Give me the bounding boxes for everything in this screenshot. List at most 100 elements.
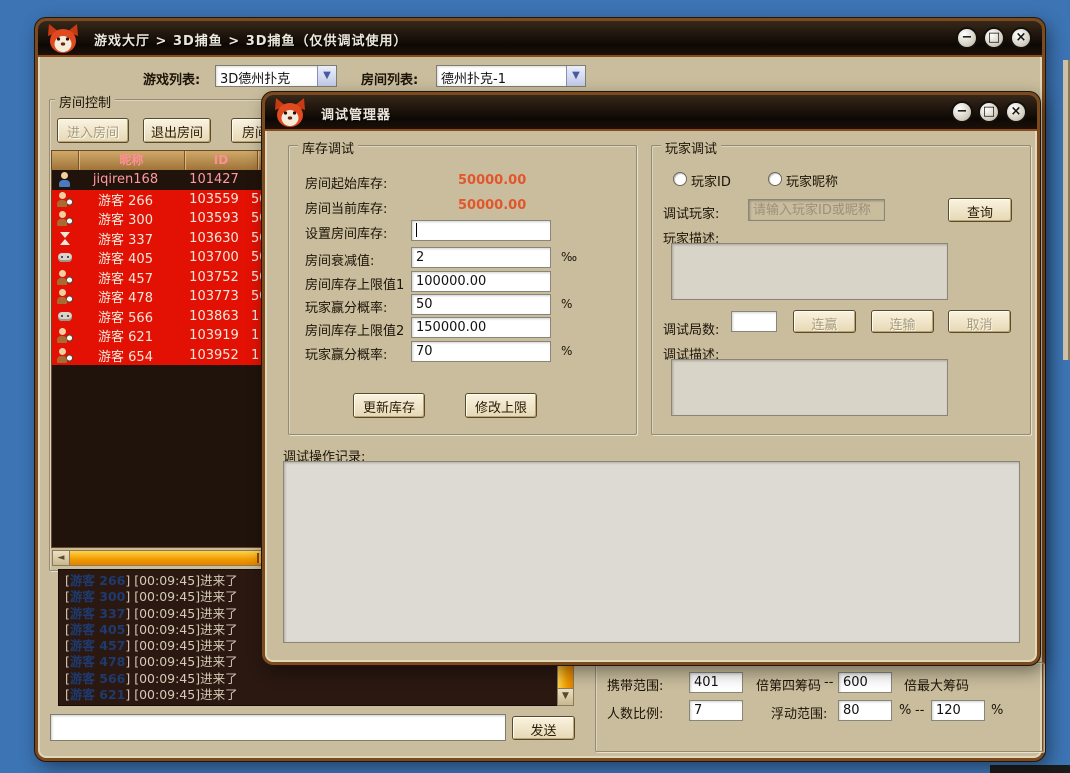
player-id: 103919 — [178, 328, 250, 343]
chevron-down-icon[interactable]: ▼ — [566, 66, 585, 86]
debug-player-input[interactable] — [748, 199, 885, 221]
player-nick-radio[interactable] — [768, 172, 782, 186]
player-id-radio-label[interactable]: 玩家ID — [691, 171, 731, 190]
game-list-label: 游戏列表: — [143, 69, 200, 88]
win-prob1-label: 玩家赢分概率: — [305, 297, 387, 316]
player-name: 游客 457 — [73, 268, 178, 287]
main-titlebar[interactable]: 游戏大厅 > 3D捕鱼 > 3D捕鱼（仅供调试使用） − □ × — [38, 21, 1042, 57]
nickname-column-header[interactable]: 昵称 — [79, 151, 185, 170]
range-dash: -- — [915, 703, 924, 718]
room-list-value: 德州扑克-1 — [437, 66, 566, 86]
stock-limit2-input[interactable] — [411, 317, 551, 338]
update-stock-button[interactable]: 更新库存 — [353, 393, 425, 418]
stock-limit2-label: 房间库存上限值2 — [305, 320, 404, 339]
percent-sign: % — [991, 703, 1003, 718]
percent-sign: % — [561, 297, 572, 311]
float-max-input[interactable] — [931, 700, 985, 721]
player-id-radio[interactable] — [673, 172, 687, 186]
set-stock-label: 设置房间库存: — [305, 223, 387, 242]
log-user-name: 游客 621 — [70, 687, 125, 702]
op-log-textarea[interactable] — [283, 461, 1020, 643]
start-stock-label: 房间起始库存: — [305, 173, 387, 192]
modify-limit-button[interactable]: 修改上限 — [465, 393, 537, 418]
log-user-name: 游客 405 — [70, 622, 125, 637]
carry-range-label: 携带范围: — [607, 675, 663, 694]
win-prob2-input[interactable] — [411, 341, 551, 362]
dialog-minimize-button[interactable]: − — [951, 101, 973, 123]
player-name: 游客 654 — [73, 346, 178, 365]
query-button[interactable]: 查询 — [948, 198, 1012, 222]
percent-sign: % — [561, 344, 572, 358]
scroll-left-icon[interactable]: ◄ — [53, 551, 69, 565]
permille-sign: ‰ — [561, 250, 577, 264]
win-prob1-input[interactable] — [411, 294, 551, 315]
betmax-label: 倍最大筹码 — [904, 675, 969, 694]
dialog-titlebar[interactable]: 调试管理器 − □ × — [265, 95, 1037, 131]
ratio-label: 人数比例: — [607, 703, 663, 722]
bet4-input[interactable] — [838, 672, 892, 693]
carry-range-input[interactable] — [689, 672, 743, 693]
player-id: 103952 — [178, 348, 250, 363]
game-list-dropdown[interactable]: 3D德州扑克 ▼ — [215, 65, 337, 87]
decay-input[interactable] — [411, 247, 551, 268]
rounds-input[interactable] — [731, 311, 777, 332]
log-message: ] [00:09:45]进来了 — [125, 606, 237, 621]
set-stock-input[interactable] — [411, 220, 551, 241]
player-id: 103863 — [178, 309, 250, 324]
log-message: ] [00:09:45]进来了 — [125, 638, 237, 653]
user-icon — [57, 172, 73, 187]
player-name: 游客 337 — [73, 229, 178, 248]
lose-streak-button[interactable]: 连输 — [871, 310, 934, 333]
player-id: 103700 — [178, 250, 250, 265]
dialog-maximize-button[interactable]: □ — [978, 101, 1000, 123]
main-window-title: 游戏大厅 > 3D捕鱼 > 3D捕鱼（仅供调试使用） — [94, 30, 408, 49]
player-id: 103593 — [178, 211, 250, 226]
maximize-button[interactable]: □ — [983, 27, 1005, 49]
win-prob2-label: 玩家赢分概率: — [305, 344, 387, 363]
log-message: ] [00:09:45]进来了 — [125, 654, 237, 669]
room-control-title: 房间控制 — [55, 92, 115, 111]
user-clock-icon — [57, 328, 73, 343]
send-button[interactable]: 发送 — [512, 716, 575, 740]
id-column-header[interactable]: ID — [185, 151, 258, 170]
dialog-close-button[interactable]: × — [1005, 101, 1027, 123]
player-id: 103752 — [178, 270, 250, 285]
log-user-name: 游客 566 — [70, 671, 125, 686]
player-desc-textarea[interactable] — [671, 243, 948, 300]
ratio-input[interactable] — [689, 700, 743, 721]
log-message: ] [00:09:45]进来了 — [125, 687, 237, 702]
user-clock-icon — [57, 192, 73, 207]
rounds-label: 调试局数: — [663, 319, 719, 338]
win-streak-button[interactable]: 连赢 — [793, 310, 856, 333]
log-user-name: 游客 266 — [70, 573, 125, 588]
desktop: 游戏大厅 > 3D捕鱼 > 3D捕鱼（仅供调试使用） − □ × 游戏列表: 3… — [0, 0, 1070, 773]
exit-room-button[interactable]: 退出房间 — [143, 118, 211, 143]
chevron-down-icon[interactable]: ▼ — [317, 66, 336, 86]
stock-limit1-input[interactable] — [411, 271, 551, 292]
enter-room-button[interactable]: 进入房间 — [57, 118, 129, 143]
inventory-debug-title: 库存调试 — [298, 138, 358, 157]
scroll-down-icon[interactable]: ▼ — [558, 688, 573, 705]
text-caret — [416, 223, 417, 237]
log-message: ] [00:09:45]进来了 — [125, 622, 237, 637]
player-nick-radio-label[interactable]: 玩家昵称 — [786, 171, 838, 190]
float-min-input[interactable] — [838, 700, 892, 721]
log-line: [游客 621] [00:09:45]进来了 — [65, 687, 551, 703]
background-fragment — [990, 765, 1070, 773]
cancel-button[interactable]: 取消 — [948, 310, 1011, 333]
log-user-name: 游客 300 — [70, 589, 125, 604]
log-message: ] [00:09:45]进来了 — [125, 573, 237, 588]
current-stock-label: 房间当前库存: — [305, 198, 387, 217]
player-name: 游客 266 — [73, 190, 178, 209]
debug-desc-textarea[interactable] — [671, 359, 948, 416]
user-clock-icon — [57, 270, 73, 285]
minimize-button[interactable]: − — [956, 27, 978, 49]
gamepad-icon — [57, 250, 73, 265]
room-list-label: 房间列表: — [361, 69, 418, 88]
chat-input[interactable] — [50, 714, 506, 741]
player-name: 游客 405 — [73, 248, 178, 267]
range-dash: -- — [824, 675, 833, 690]
dialog-title: 调试管理器 — [321, 104, 391, 123]
room-list-dropdown[interactable]: 德州扑克-1 ▼ — [436, 65, 586, 87]
close-button[interactable]: × — [1010, 27, 1032, 49]
